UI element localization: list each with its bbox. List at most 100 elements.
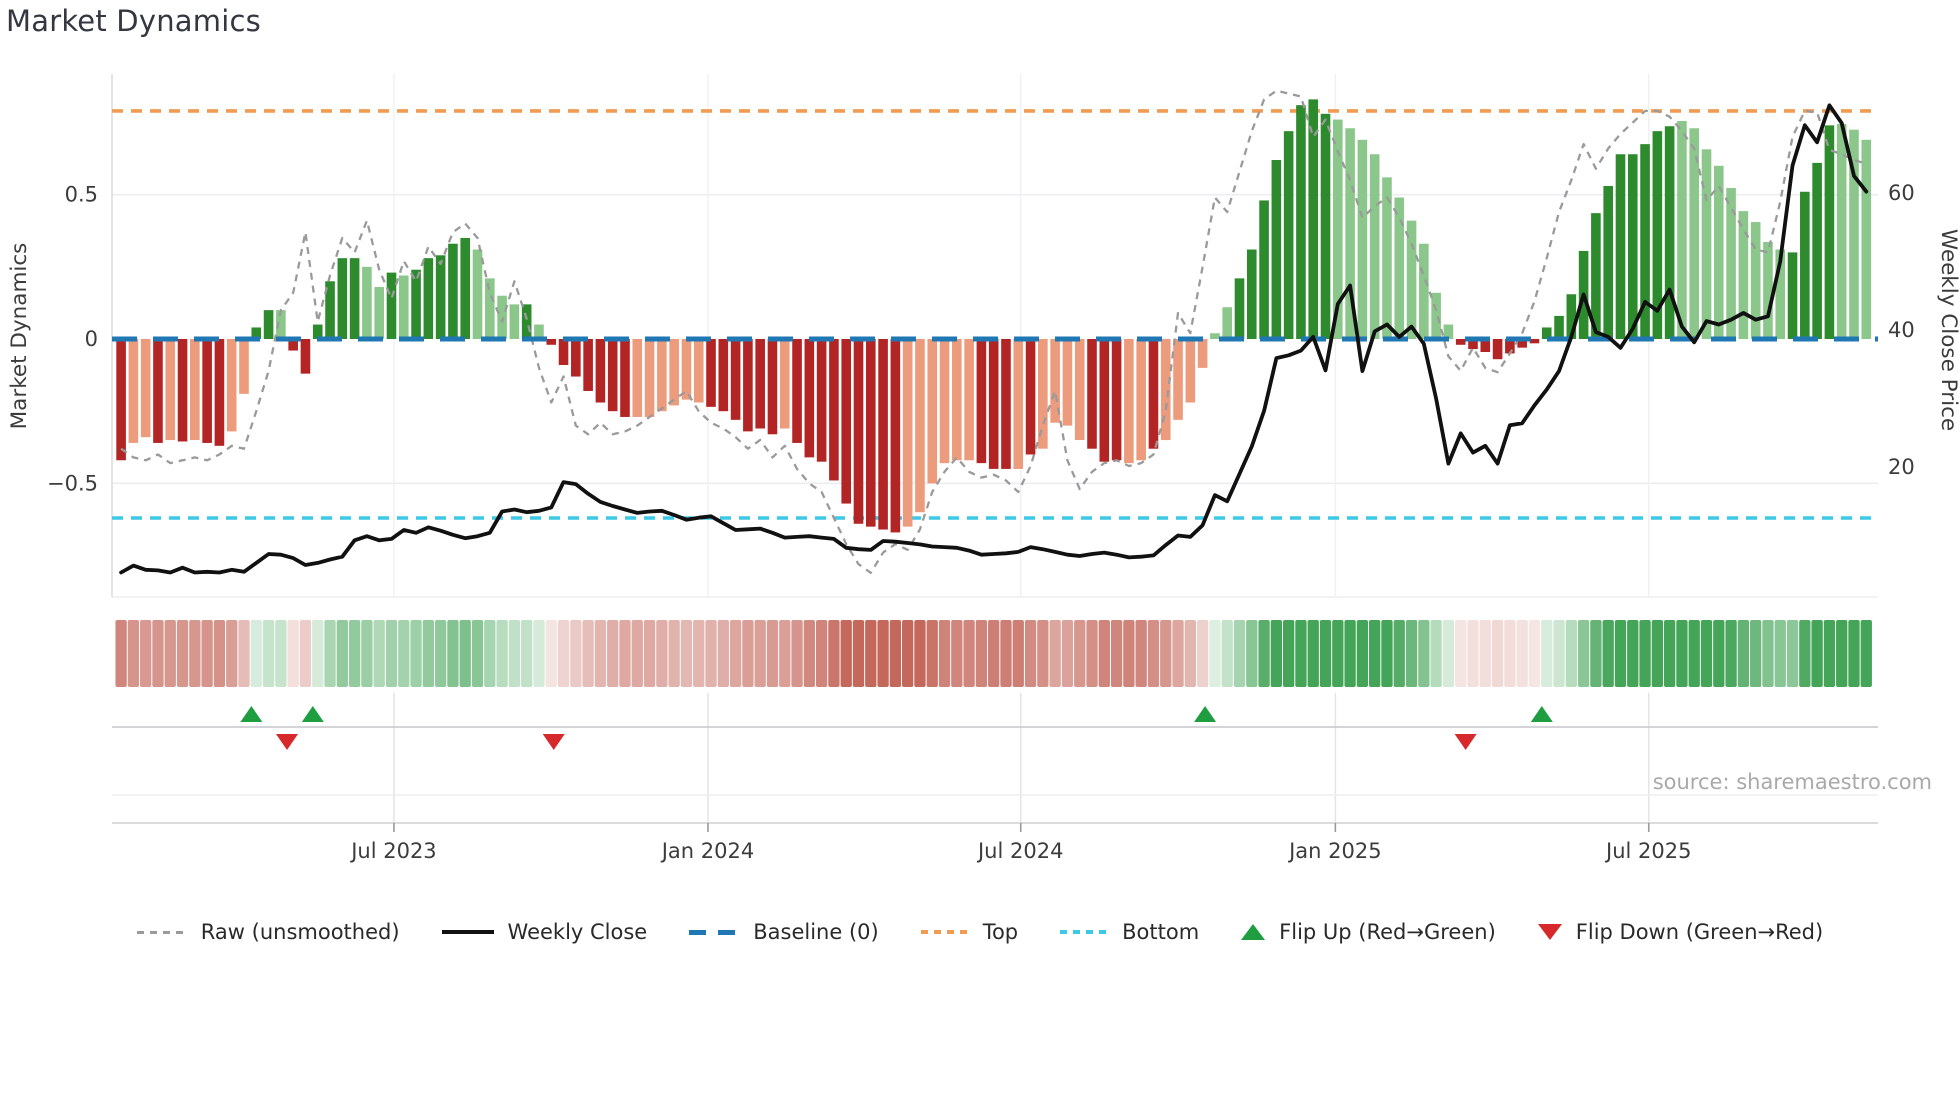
- oscillator-bar: [890, 339, 901, 533]
- heatmap-cell: [852, 620, 865, 687]
- heatmap-cell: [1160, 620, 1172, 687]
- heatmap-cell: [1061, 620, 1074, 687]
- heatmap-cell: [1639, 620, 1651, 687]
- heatmap-cell: [902, 620, 914, 687]
- heatmap-cell: [164, 620, 176, 687]
- heatmap-cell: [250, 620, 262, 687]
- heatmap-cell: [840, 620, 852, 687]
- oscillator-bar: [1210, 333, 1220, 339]
- heatmap-cell: [201, 620, 213, 687]
- raw-dash-icon: [136, 930, 187, 934]
- heatmap-cell: [889, 620, 902, 687]
- heatmap-cell: [828, 620, 840, 687]
- oscillator-bar: [1136, 339, 1146, 461]
- heatmap-cell: [1074, 620, 1086, 687]
- heatmap-cell: [914, 620, 926, 687]
- heatmap-cell: [1467, 620, 1479, 687]
- heatmap-cell: [607, 620, 619, 687]
- oscillator-bar: [730, 339, 741, 420]
- legend-item-top: Top: [920, 920, 1018, 944]
- legend-item-raw: Raw (unsmoothed): [136, 920, 400, 944]
- oscillator-bar: [546, 339, 557, 345]
- top-dash-icon: [920, 930, 969, 934]
- heatmap-cell: [1258, 620, 1270, 687]
- heatmap-cell: [803, 620, 815, 687]
- oscillator-bar: [927, 339, 938, 484]
- heatmap-cell: [570, 620, 582, 687]
- heatmap-cell: [410, 620, 422, 687]
- heatmap-cell: [361, 620, 373, 687]
- heatmap-cell: [127, 620, 140, 687]
- heatmap-cell: [1012, 620, 1024, 687]
- oscillator-bar: [1197, 339, 1208, 368]
- heatmap-cell: [1627, 620, 1639, 687]
- triangle-down-icon: [1537, 924, 1562, 940]
- flip-down-marker: [1454, 734, 1477, 750]
- heatmap-cell: [385, 620, 398, 687]
- heatmap-cell: [1737, 620, 1750, 687]
- heatmap-cell: [336, 620, 348, 687]
- heatmap-cell: [1430, 620, 1442, 687]
- oscillator-bar: [1492, 339, 1503, 360]
- heatmap-cell: [742, 620, 754, 687]
- oscillator-bar: [865, 339, 876, 527]
- heatmap-cell: [1663, 620, 1676, 687]
- oscillator-bar: [1603, 185, 1613, 339]
- heatmap-cell: [471, 620, 484, 687]
- oscillator-bar: [1615, 154, 1626, 339]
- oscillator-bar: [976, 339, 987, 464]
- heatmap-cell: [1196, 620, 1209, 687]
- oscillator-bar: [509, 304, 520, 339]
- oscillator-bar: [1259, 200, 1269, 339]
- heatmap-cell: [1283, 620, 1295, 687]
- heatmap-cell: [766, 620, 779, 687]
- oscillator-bar: [485, 278, 495, 339]
- heatmap-cell: [1479, 620, 1491, 687]
- right-tick-label: 20: [1888, 455, 1915, 479]
- heatmap-cell: [1614, 620, 1627, 687]
- oscillator-bar: [1627, 154, 1638, 339]
- heatmap-cell: [189, 620, 201, 687]
- oscillator-bar: [779, 339, 790, 429]
- heatmap-cell: [140, 620, 152, 687]
- oscillator-bar: [632, 339, 643, 417]
- flip-down-marker: [276, 734, 299, 750]
- oscillator-bar: [939, 339, 950, 464]
- oscillator-bar: [386, 272, 397, 339]
- heatmap-cell: [1123, 620, 1135, 687]
- oscillator-bar: [1738, 211, 1749, 339]
- oscillator-bar: [693, 339, 704, 403]
- left-tick-label: −0.5: [47, 471, 98, 495]
- oscillator-bar: [669, 339, 679, 406]
- x-tick-label: Jul 2024: [976, 839, 1063, 863]
- oscillator-bar: [952, 339, 962, 461]
- heatmap-cell: [398, 620, 410, 687]
- heatmap-cell: [152, 620, 164, 687]
- heatmap-cell: [1577, 620, 1590, 687]
- right-axis-title: Weekly Close Price: [1936, 229, 1960, 431]
- oscillator-bar: [1111, 339, 1122, 461]
- oscillator-bar: [448, 243, 458, 339]
- x-tick-label: Jan 2025: [1287, 839, 1382, 863]
- heatmap-cell: [1676, 620, 1688, 687]
- oscillator-bar: [214, 339, 225, 446]
- heatmap-cell: [1553, 620, 1565, 687]
- heatmap-cell: [1442, 620, 1455, 687]
- oscillator-bar: [1664, 126, 1675, 339]
- heatmap-cell: [815, 620, 828, 687]
- heatmap-cell: [1541, 620, 1553, 687]
- heatmap-cell: [1184, 620, 1196, 687]
- oscillator-bar: [1185, 339, 1196, 403]
- oscillator-bar: [1099, 339, 1110, 462]
- oscillator-bar: [1148, 339, 1159, 449]
- heatmap-cell: [1049, 620, 1061, 687]
- legend-label: Flip Down (Green→Red): [1575, 920, 1824, 944]
- heatmap-cell: [668, 620, 680, 687]
- oscillator-bar: [1173, 339, 1183, 420]
- oscillator-bar: [1001, 339, 1011, 469]
- heatmap-cell: [1651, 620, 1663, 687]
- heatmap-cell: [1147, 620, 1160, 687]
- oscillator-bar: [202, 339, 212, 443]
- oscillator-bar: [1763, 241, 1773, 339]
- heatmap-cell: [1762, 620, 1774, 687]
